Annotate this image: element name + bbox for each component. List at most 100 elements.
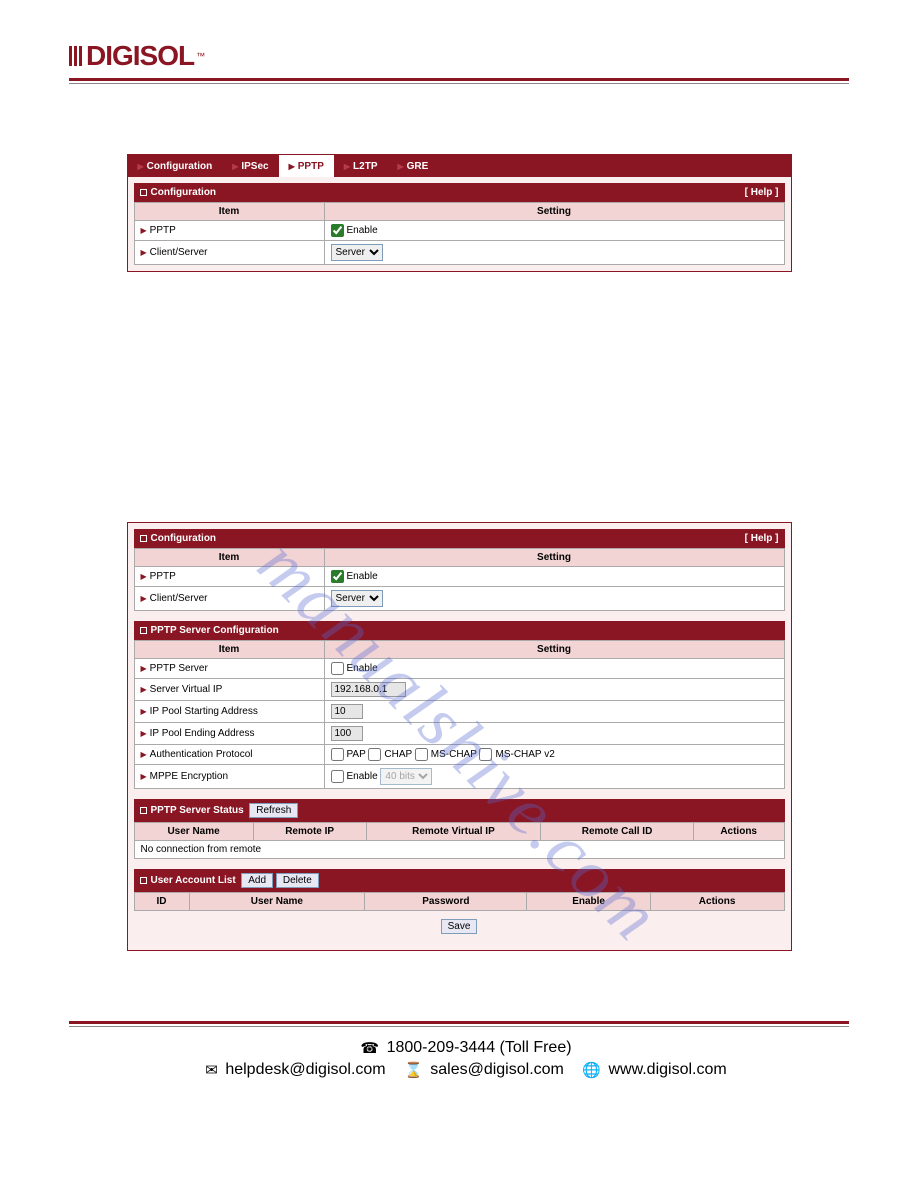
tab-label: PPTP: [298, 161, 324, 172]
bullet-icon: [140, 877, 147, 884]
tab-bar: ▶Configuration ▶IPSec ▶PPTP ▶L2TP ▶GRE: [128, 155, 791, 177]
footer-divider-thick: [69, 1021, 849, 1024]
row-auth-protocol: ▶Authentication Protocol PAP CHAP MS-CHA…: [134, 745, 784, 765]
ip-pool-end-input[interactable]: [331, 726, 363, 741]
arrow-icon: ▶: [141, 729, 147, 738]
arrow-icon: ▶: [141, 685, 147, 694]
arrow-icon: ▶: [141, 750, 147, 759]
tab-label: Configuration: [147, 161, 213, 172]
footer-phone: 1800-209-3444 (Toll Free): [387, 1039, 572, 1056]
row-pptp-server: ▶PPTP Server Enable: [134, 659, 784, 679]
row-pptp2: ▶PPTP Enable: [134, 567, 784, 587]
col-setting: Setting: [324, 203, 784, 221]
checkbox-label: CHAP: [384, 749, 412, 760]
col-remote-ip: Remote IP: [253, 823, 366, 841]
tab-label: L2TP: [353, 161, 377, 172]
server-virtual-ip-input[interactable]: [331, 682, 406, 697]
brand-logo: DIGISOL ™: [69, 40, 849, 72]
user-accounts-table: ID User Name Password Enable Actions: [134, 892, 785, 911]
arrow-icon: ▶: [141, 707, 147, 716]
col-actions: Actions: [693, 823, 784, 841]
arrow-icon: ▶: [232, 162, 238, 171]
tab-configuration[interactable]: ▶Configuration: [128, 155, 223, 177]
bullet-icon: [140, 189, 147, 196]
checkbox-label: PAP: [347, 749, 366, 760]
col-actions: Actions: [650, 893, 784, 911]
arrow-icon: ▶: [398, 162, 404, 171]
arrow-icon: ▶: [141, 594, 147, 603]
col-user: User Name: [134, 823, 253, 841]
footer-email1: helpdesk@digisol.com: [225, 1061, 385, 1078]
pptp-server-enable-checkbox[interactable]: Enable: [331, 663, 378, 674]
arrow-icon: ▶: [344, 162, 350, 171]
col-id: ID: [134, 893, 189, 911]
brand-name: DIGISOL: [86, 40, 194, 72]
tab-pptp[interactable]: ▶PPTP: [279, 155, 334, 177]
col-item: Item: [134, 641, 324, 659]
pptp-enable-checkbox[interactable]: Enable: [331, 225, 378, 236]
checkbox-label: Enable: [347, 225, 378, 236]
row-client-server: ▶Client/Server Server: [134, 241, 784, 265]
tab-l2tp[interactable]: ▶L2TP: [334, 155, 388, 177]
section-title: Configuration: [151, 533, 217, 544]
mppe-enable-checkbox[interactable]: Enable: [331, 771, 378, 782]
footer-divider-thin: [69, 1026, 849, 1027]
save-button[interactable]: Save: [441, 919, 478, 934]
phone-icon: ☎: [360, 1040, 379, 1057]
row-ip-pool-end: ▶IP Pool Ending Address: [134, 723, 784, 745]
tab-ipsec[interactable]: ▶IPSec: [222, 155, 278, 177]
mppe-bits-select[interactable]: 40 bits: [380, 768, 432, 785]
header-divider-thick: [69, 78, 849, 81]
status-empty-text: No connection from remote: [134, 841, 784, 859]
row-label: MPPE Encryption: [150, 771, 228, 782]
row-mppe: ▶MPPE Encryption Enable 40 bits: [134, 765, 784, 789]
col-remote-vip: Remote Virtual IP: [366, 823, 541, 841]
configuration-table2: Item Setting ▶PPTP Enable ▶Client/Server…: [134, 548, 785, 611]
col-item: Item: [134, 203, 324, 221]
bullet-icon: [140, 807, 147, 814]
add-button[interactable]: Add: [241, 873, 273, 888]
client-server-select2[interactable]: Server: [331, 590, 383, 607]
ip-pool-start-input[interactable]: [331, 704, 363, 719]
auth-pap-checkbox[interactable]: PAP: [331, 749, 366, 760]
help-link[interactable]: [ Help ]: [745, 533, 779, 544]
refresh-button[interactable]: Refresh: [249, 803, 298, 818]
checkbox-label: Enable: [347, 663, 378, 674]
header-divider-thin: [69, 83, 849, 84]
col-setting: Setting: [324, 549, 784, 567]
tm-icon: ™: [196, 51, 205, 61]
arrow-icon: ▶: [141, 772, 147, 781]
row-pptp: ▶PPTP Enable: [134, 221, 784, 241]
checkbox-label: Enable: [347, 771, 378, 782]
arrow-icon: ▶: [289, 162, 295, 171]
pptp-enable-checkbox2[interactable]: Enable: [331, 571, 378, 582]
col-user: User Name: [189, 893, 365, 911]
server-config-table: Item Setting ▶PPTP Server Enable ▶Server…: [134, 640, 785, 789]
delete-button[interactable]: Delete: [276, 873, 319, 888]
section-header-configuration: Configuration [ Help ]: [134, 183, 785, 202]
row-client-server2: ▶Client/Server Server: [134, 587, 784, 611]
row-label: Authentication Protocol: [150, 749, 253, 760]
arrow-icon: ▶: [138, 162, 144, 171]
tab-gre[interactable]: ▶GRE: [388, 155, 439, 177]
col-setting: Setting: [324, 641, 784, 659]
row-server-virtual-ip: ▶Server Virtual IP: [134, 679, 784, 701]
row-label: PPTP: [150, 225, 176, 236]
arrow-icon: ▶: [141, 248, 147, 257]
auth-mschapv2-checkbox[interactable]: MS-CHAP v2: [479, 749, 554, 760]
help-link[interactable]: [ Help ]: [745, 187, 779, 198]
auth-chap-checkbox[interactable]: CHAP: [368, 749, 412, 760]
row-label: Client/Server: [150, 247, 208, 258]
tab-label: GRE: [407, 161, 429, 172]
footer-email2: sales@digisol.com: [430, 1061, 564, 1078]
server-status-table: User Name Remote IP Remote Virtual IP Re…: [134, 822, 785, 859]
client-server-select[interactable]: Server: [331, 244, 383, 261]
mail-icon: ✉: [205, 1062, 218, 1079]
arrow-icon: ▶: [141, 226, 147, 235]
hourglass-icon: ⌛: [404, 1062, 423, 1079]
section-title: PPTP Server Configuration: [151, 625, 279, 636]
tab-label: IPSec: [241, 161, 268, 172]
arrow-icon: ▶: [141, 664, 147, 673]
row-label: IP Pool Starting Address: [150, 706, 258, 717]
auth-mschap-checkbox[interactable]: MS-CHAP: [415, 749, 477, 760]
